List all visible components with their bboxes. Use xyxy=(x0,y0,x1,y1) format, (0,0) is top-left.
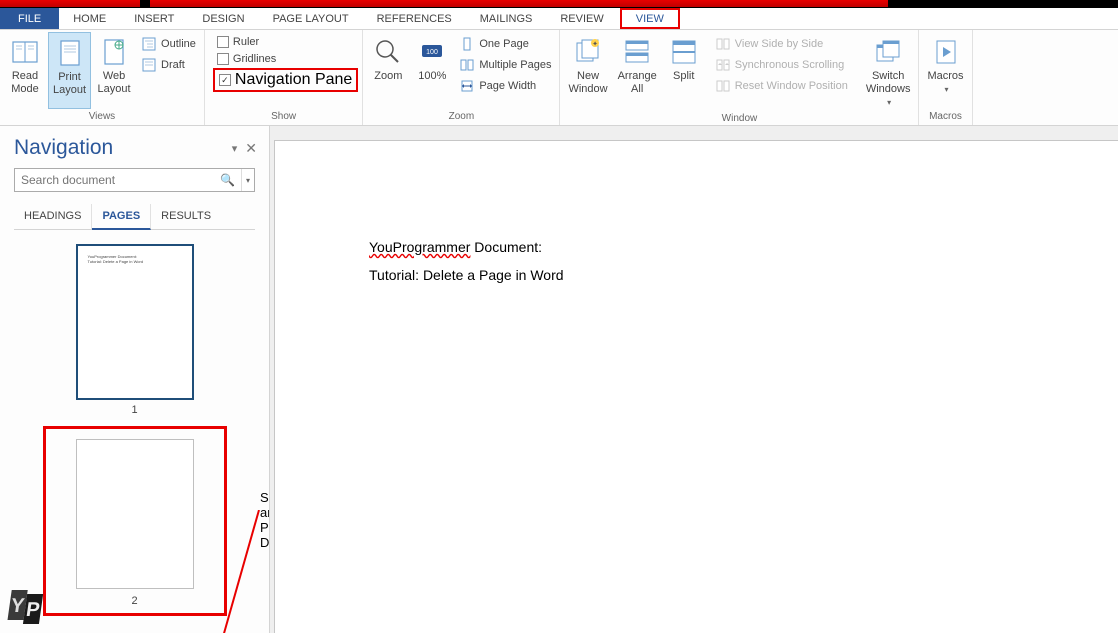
print-layout-label: Print Layout xyxy=(53,71,86,97)
navigation-pane: Navigation ▾ ✕ 🔍 ▾ HEADINGS PAGES RESULT… xyxy=(0,126,270,633)
chevron-down-icon: ▾ xyxy=(887,96,891,109)
yp-logo: Y P xyxy=(6,588,50,629)
web-layout-button[interactable]: Web Layout xyxy=(93,32,135,109)
read-mode-button[interactable]: Read Mode xyxy=(4,32,46,109)
zoom-100-icon: 100 xyxy=(416,36,448,68)
doc-line-1: YouProgrammer Document: xyxy=(369,239,1118,255)
print-layout-button[interactable]: Print Layout xyxy=(48,32,91,109)
tab-file[interactable]: FILE xyxy=(0,8,59,29)
search-dropdown[interactable]: ▾ xyxy=(241,169,254,191)
page-thumbnails: YouProgrammer Document:Tutorial: Delete … xyxy=(0,230,269,633)
search-input[interactable] xyxy=(15,173,214,187)
page-thumbnail-2-highlighted[interactable]: 2 xyxy=(43,426,227,616)
gridlines-checkbox[interactable]: Gridlines xyxy=(213,51,358,67)
search-box[interactable]: 🔍 ▾ xyxy=(14,168,255,192)
reset-window-position-button: Reset Window Position xyxy=(711,76,852,96)
zoom-100-button[interactable]: 100 100% xyxy=(411,32,453,109)
page-width-icon xyxy=(459,78,475,94)
search-icon[interactable]: 🔍 xyxy=(214,173,241,187)
sync-scroll-icon xyxy=(715,57,731,73)
zoom-icon xyxy=(372,36,404,68)
multiple-pages-icon xyxy=(459,57,475,73)
annotation-arrow xyxy=(214,510,262,633)
tab-review[interactable]: REVIEW xyxy=(546,8,617,29)
document-page[interactable]: YouProgrammer Document: Tutorial: Delete… xyxy=(274,140,1118,633)
new-window-button[interactable]: ✦ New Window xyxy=(564,32,611,111)
one-page-icon xyxy=(459,36,475,52)
title-bar xyxy=(0,0,1118,8)
tab-page-layout[interactable]: PAGE LAYOUT xyxy=(259,8,363,29)
nav-tab-pages[interactable]: PAGES xyxy=(92,204,151,230)
chevron-down-icon: ▾ xyxy=(944,83,948,96)
multiple-pages-button[interactable]: Multiple Pages xyxy=(455,55,555,75)
group-zoom: Zoom 100 100% One Page Multiple Pages xyxy=(363,30,560,125)
print-layout-icon xyxy=(54,37,86,69)
annotation-text: Select and Press Delete xyxy=(260,490,269,550)
doc-line-2: Tutorial: Delete a Page in Word xyxy=(369,267,1118,283)
checkbox-checked-icon xyxy=(219,74,231,86)
tab-home[interactable]: HOME xyxy=(59,8,120,29)
macros-icon xyxy=(930,36,962,68)
macros-button[interactable]: Macros ▾ xyxy=(923,32,967,109)
switch-windows-button[interactable]: Switch Windows▾ xyxy=(862,32,915,111)
nav-tab-headings[interactable]: HEADINGS xyxy=(14,204,92,229)
checkbox-icon xyxy=(217,36,229,48)
group-views: Read Mode Print Layout Web Layout Outlin… xyxy=(0,30,205,125)
group-show: Ruler Gridlines Navigation Pane Show xyxy=(205,30,363,125)
tab-references[interactable]: REFERENCES xyxy=(363,8,466,29)
arrange-all-button[interactable]: Arrange All xyxy=(614,32,661,111)
web-layout-label: Web Layout xyxy=(98,70,131,96)
nav-tab-results[interactable]: RESULTS xyxy=(151,204,221,229)
ruler-checkbox[interactable]: Ruler xyxy=(213,34,358,50)
tab-mailings[interactable]: MAILINGS xyxy=(466,8,547,29)
svg-text:100: 100 xyxy=(426,49,438,56)
draft-icon xyxy=(141,57,157,73)
show-group-label: Show xyxy=(209,109,358,125)
nav-tabs: HEADINGS PAGES RESULTS xyxy=(14,204,255,230)
one-page-button[interactable]: One Page xyxy=(455,34,555,54)
switch-windows-icon xyxy=(872,36,904,68)
draft-button[interactable]: Draft xyxy=(137,55,200,75)
split-icon xyxy=(668,36,700,68)
svg-text:✦: ✦ xyxy=(592,40,598,48)
outline-icon xyxy=(141,36,157,52)
split-button[interactable]: Split xyxy=(663,32,705,111)
navigation-pane-checkbox[interactable]: Navigation Pane xyxy=(213,68,358,92)
ribbon-tabs: FILE HOME INSERT DESIGN PAGE LAYOUT REFE… xyxy=(0,8,1118,30)
web-layout-icon xyxy=(98,36,130,68)
synchronous-scrolling-button: Synchronous Scrolling xyxy=(711,55,852,75)
ribbon: Read Mode Print Layout Web Layout Outlin… xyxy=(0,30,1118,126)
close-pane-button[interactable]: ✕ xyxy=(245,140,257,157)
tab-insert[interactable]: INSERT xyxy=(120,8,188,29)
pane-options-dropdown[interactable]: ▾ xyxy=(232,142,238,155)
zoom-button[interactable]: Zoom xyxy=(367,32,409,109)
views-group-label: Views xyxy=(4,109,200,125)
tab-view[interactable]: VIEW xyxy=(620,8,680,29)
read-mode-label: Read Mode xyxy=(11,70,39,96)
group-window: ✦ New Window Arrange All Split View S xyxy=(560,30,919,125)
window-group-label: Window xyxy=(564,111,914,127)
group-macros: Macros ▾ Macros xyxy=(919,30,972,125)
reset-position-icon xyxy=(715,78,731,94)
new-window-icon: ✦ xyxy=(572,36,604,68)
side-by-side-icon xyxy=(715,36,731,52)
navigation-title: Navigation xyxy=(14,136,113,160)
macros-group-label: Macros xyxy=(923,109,967,125)
document-area: YouProgrammer Document: Tutorial: Delete… xyxy=(270,126,1118,633)
tab-design[interactable]: DESIGN xyxy=(188,8,258,29)
outline-button[interactable]: Outline xyxy=(137,34,200,54)
page-thumbnail-1[interactable]: YouProgrammer Document:Tutorial: Delete … xyxy=(76,244,194,416)
view-side-by-side-button: View Side by Side xyxy=(711,34,852,54)
page-width-button[interactable]: Page Width xyxy=(455,76,555,96)
read-mode-icon xyxy=(9,36,41,68)
checkbox-icon xyxy=(217,53,229,65)
zoom-group-label: Zoom xyxy=(367,109,555,125)
arrange-all-icon xyxy=(621,36,653,68)
